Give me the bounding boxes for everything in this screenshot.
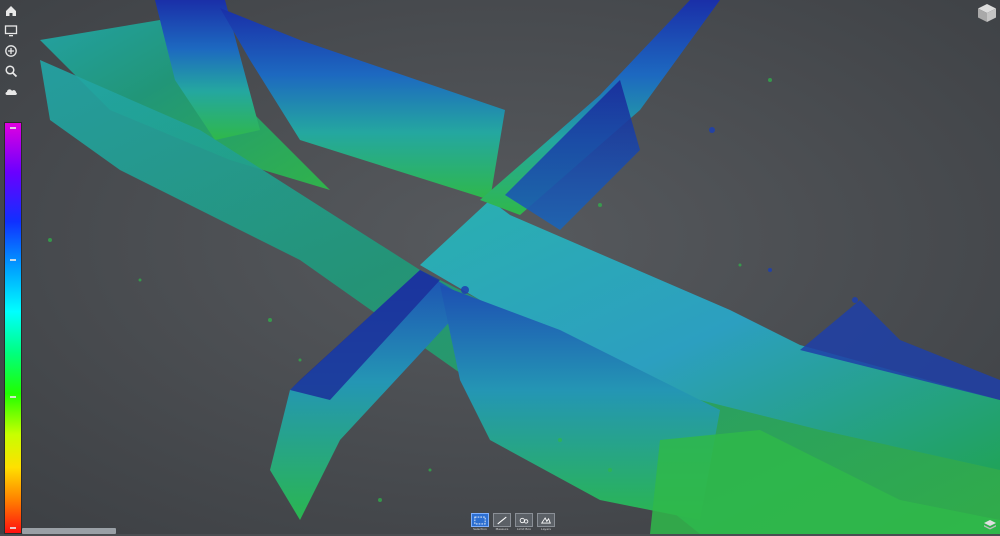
color-scale-tick	[10, 127, 16, 129]
selection-button[interactable]: Selection	[470, 513, 490, 534]
measure-label: Measure	[495, 527, 509, 531]
display-icon[interactable]	[2, 22, 20, 40]
limit-box-button[interactable]: Limit Box	[514, 513, 534, 534]
left-toolbar	[2, 2, 22, 102]
point-cloud-viewport[interactable]	[0, 0, 1000, 534]
selection-icon	[471, 513, 489, 527]
color-scale-tick	[10, 527, 16, 529]
layers-label: Layers	[541, 527, 551, 531]
add-icon[interactable]	[2, 42, 20, 60]
elevation-color-scale	[4, 122, 22, 534]
layers-stack-icon[interactable]	[983, 517, 997, 531]
bottom-toolbar: Selection Measure Limit Box Layers	[470, 513, 556, 534]
measure-button[interactable]: Measure	[492, 513, 512, 534]
cloud-icon[interactable]	[2, 82, 20, 100]
limit-box-icon	[515, 513, 533, 527]
status-bar	[22, 528, 116, 534]
home-icon[interactable]	[2, 2, 20, 20]
layers-button[interactable]: Layers	[536, 513, 556, 534]
color-scale-tick	[10, 259, 16, 261]
search-icon[interactable]	[2, 62, 20, 80]
view-cube-icon[interactable]	[976, 2, 998, 24]
limit-box-label: Limit Box	[517, 527, 531, 531]
color-scale-tick	[10, 396, 16, 398]
measure-icon	[493, 513, 511, 527]
selection-label: Selection	[473, 527, 487, 531]
layers-icon	[537, 513, 555, 527]
